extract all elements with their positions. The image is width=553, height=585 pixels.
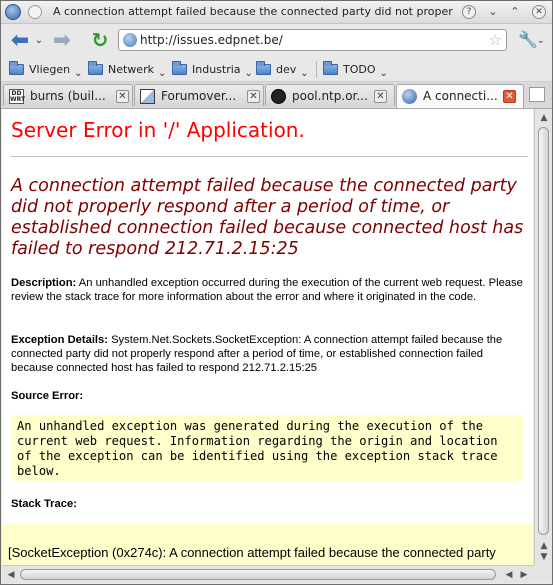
horizontal-scroll-thumb[interactable]: [20, 569, 496, 580]
horizontal-scrollbar[interactable]: ◀ ◀ ▶: [2, 565, 534, 583]
bookmark-folder-dev[interactable]: dev ⌄: [256, 60, 309, 79]
scroll-left-icon[interactable]: ◀: [502, 568, 516, 582]
bookmark-label: TODO: [343, 62, 376, 76]
tab-label: A connecti...: [423, 89, 498, 103]
chevron-down-icon: ⌄: [379, 67, 388, 79]
close-window-button[interactable]: ✕: [532, 5, 546, 19]
bookmark-folder-netwerk[interactable]: Netwerk ⌄: [88, 60, 167, 79]
folder-icon: [88, 60, 103, 75]
site-globe-icon: [123, 33, 137, 47]
back-button[interactable]: ⬅: [7, 27, 33, 53]
source-error-code-box: An unhandled exception was generated dur…: [11, 415, 523, 481]
exception-details-section: Exception Details: System.Net.Sockets.So…: [11, 333, 525, 375]
vertical-scroll-thumb[interactable]: [538, 127, 549, 535]
folder-icon: [256, 60, 271, 75]
window-title: A connection attempt failed because the …: [53, 5, 453, 18]
tab-close-icon[interactable]: ✕: [116, 90, 129, 103]
tab-close-icon[interactable]: ✕: [374, 90, 387, 103]
folder-icon: [172, 60, 187, 75]
bookmark-label: dev: [276, 62, 297, 76]
scroll-left-icon[interactable]: ◀: [4, 568, 18, 582]
bookmark-label: Netwerk: [108, 62, 154, 76]
bookmark-separator: [316, 61, 317, 78]
reload-button[interactable]: ↻: [88, 28, 112, 52]
reload-icon: ↻: [91, 28, 109, 52]
browser-window: A connection attempt failed because the …: [0, 0, 553, 585]
chevron-down-icon: ⌄: [157, 67, 167, 79]
navigation-toolbar: ⬅ ⌄ ➡ ↻ ☆ 🔧 ⌄: [1, 24, 552, 56]
scroll-up-icon[interactable]: ▲: [537, 111, 551, 125]
page-title: Server Error in '/' Application.: [11, 118, 305, 142]
tab-label: Forumover...: [161, 89, 237, 103]
vertical-scrollbar[interactable]: ▲ ▲ ▼: [534, 109, 552, 565]
error-message: A connection attempt failed because the …: [11, 176, 524, 259]
chevron-down-icon: ⌄: [34, 34, 44, 46]
bookmark-label: Industria: [192, 62, 241, 76]
bookmark-label: Vliegen: [29, 62, 71, 76]
description-section: Description: An unhandled exception occu…: [11, 276, 525, 304]
tab-bar: DD WRT burns (buil... ✕ Forumover... ✕ po…: [1, 82, 552, 109]
stack-trace-text: [SocketException (0x274c): A connection …: [8, 545, 496, 560]
globe-icon: [402, 89, 417, 104]
tab-connection-error[interactable]: A connecti... ✕: [396, 84, 524, 108]
scroll-right-icon[interactable]: ▶: [517, 568, 531, 582]
folder-icon: [323, 60, 338, 75]
url-input[interactable]: [140, 32, 480, 48]
stack-trace-heading: Stack Trace:: [11, 497, 525, 511]
title-bar: A connection attempt failed because the …: [1, 1, 552, 24]
description-text: An unhandled exception occurred during t…: [11, 277, 523, 303]
divider: [11, 156, 528, 157]
wrench-icon[interactable]: 🔧: [518, 30, 538, 49]
source-error-label: Source Error:: [11, 390, 84, 402]
tab-burns[interactable]: DD WRT burns (buil... ✕: [3, 84, 133, 106]
new-tab-button[interactable]: [529, 87, 545, 102]
konqueror-app-icon[interactable]: [5, 4, 21, 20]
help-button[interactable]: ?: [462, 5, 476, 19]
source-error-heading: Source Error:: [11, 389, 525, 403]
stack-trace-box: [SocketException (0x274c): A connection …: [2, 523, 533, 565]
bookmark-star-icon[interactable]: ☆: [489, 31, 502, 49]
tab-close-icon[interactable]: ✕: [503, 90, 516, 103]
tools-dropdown-chevron-icon[interactable]: ⌄: [537, 36, 545, 46]
bookmarks-bar: Vliegen ⌄ Netwerk ⌄ Industria ⌄ dev ⌄ TO…: [1, 57, 552, 82]
scrollbar-corner: [534, 565, 552, 583]
minimize-button[interactable]: ⌄: [486, 5, 500, 19]
tab-pool-ntp[interactable]: pool.ntp.or... ✕: [265, 84, 395, 106]
back-arrow-icon: ⬅: [10, 27, 30, 53]
tab-label: burns (buil...: [30, 89, 106, 103]
description-label: Description:: [11, 277, 77, 289]
folder-icon: [9, 60, 24, 75]
tab-label: pool.ntp.or...: [292, 89, 368, 103]
exception-details-label: Exception Details:: [11, 334, 108, 346]
chevron-down-icon: ⌄: [74, 67, 83, 79]
bookmark-folder-vliegen[interactable]: Vliegen ⌄: [9, 60, 83, 79]
chevron-down-icon: ⌄: [300, 67, 309, 79]
maximize-button[interactable]: ⌃: [508, 5, 522, 19]
bookmark-folder-todo[interactable]: TODO ⌄: [323, 60, 388, 79]
tab-forumoverview[interactable]: Forumover... ✕: [134, 84, 264, 106]
back-history-dropdown[interactable]: ⌄: [34, 28, 44, 52]
page-content: Server Error in '/' Application. A conne…: [2, 109, 533, 565]
scroll-down-icon[interactable]: ▼: [537, 550, 551, 564]
chevron-down-icon: ⌄: [244, 67, 253, 79]
clock-icon: [271, 89, 286, 104]
stack-trace-label: Stack Trace:: [11, 498, 77, 510]
forward-arrow-icon: ➡: [52, 27, 72, 53]
forward-button[interactable]: ➡: [49, 27, 75, 53]
dwrt-icon: DD WRT: [9, 89, 26, 104]
bookmark-folder-industria[interactable]: Industria ⌄: [172, 60, 253, 79]
window-pin-button[interactable]: [28, 5, 42, 19]
address-bar[interactable]: ☆: [118, 29, 507, 51]
tab-close-icon[interactable]: ✕: [247, 90, 260, 103]
forum-icon: [140, 89, 155, 104]
